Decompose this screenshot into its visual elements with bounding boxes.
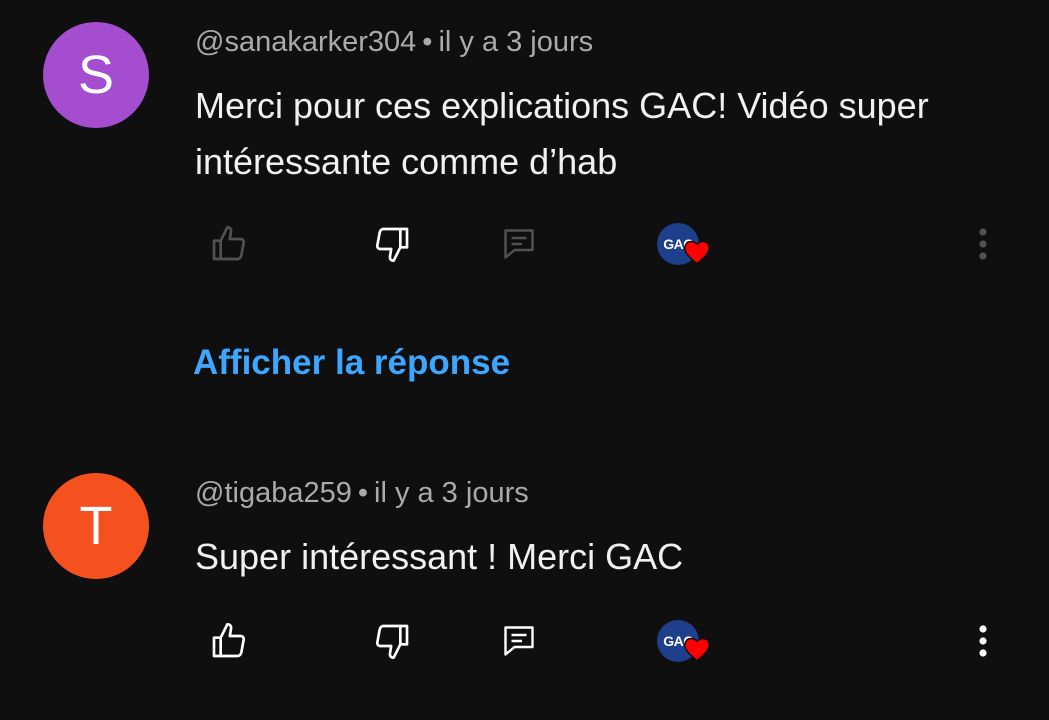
author-handle[interactable]: @tigaba259 — [195, 477, 352, 509]
show-reply-link[interactable]: Afficher la réponse — [193, 343, 510, 383]
avatar[interactable]: S — [43, 22, 149, 128]
avatar[interactable]: T — [43, 473, 149, 579]
comment-text: Merci pour ces explications GAC! Vidéo s… — [195, 85, 929, 182]
comments-section: S @sanakarker304 • il y a 3 jours Merci po… — [0, 0, 1049, 720]
avatar-letter: T — [79, 496, 113, 556]
heart-icon — [684, 637, 710, 662]
meta-separator: • — [422, 26, 433, 58]
creator-heart-badge: GAC — [657, 219, 717, 269]
more-options-button[interactable] — [958, 219, 1008, 269]
more-options-button[interactable] — [958, 616, 1008, 666]
thumbs-up-icon — [212, 226, 246, 261]
comment-icon — [504, 626, 534, 656]
comment-actions: GAC — [0, 616, 1049, 666]
comment-meta: @sanakarker304 • il y a 3 jours — [195, 26, 593, 59]
comment-meta: @tigaba259 • il y a 3 jours — [195, 477, 529, 510]
avatar-letter: S — [77, 45, 115, 105]
comment-actions: GAC — [0, 219, 1049, 269]
thumbs-up-icon — [212, 623, 246, 658]
creator-heart-badge: GAC — [657, 616, 717, 666]
more-vert-icon — [979, 228, 987, 260]
reply-button[interactable] — [494, 616, 544, 666]
thumbs-down-icon — [375, 624, 409, 659]
reply-button[interactable] — [494, 219, 544, 269]
thumbs-down-icon — [375, 227, 409, 262]
more-vert-icon — [979, 625, 987, 657]
comment-time[interactable]: il y a 3 jours — [374, 477, 529, 509]
dislike-button[interactable] — [367, 616, 417, 666]
meta-separator: • — [357, 477, 368, 509]
comment-icon — [504, 229, 534, 259]
comment-time[interactable]: il y a 3 jours — [438, 26, 593, 58]
heart-icon — [684, 240, 710, 265]
comment-text: Super intéressant ! Merci GAC — [195, 536, 684, 577]
like-button[interactable] — [204, 616, 254, 666]
like-button[interactable] — [204, 219, 254, 269]
dislike-button[interactable] — [367, 219, 417, 269]
author-handle[interactable]: @sanakarker304 — [195, 26, 416, 58]
